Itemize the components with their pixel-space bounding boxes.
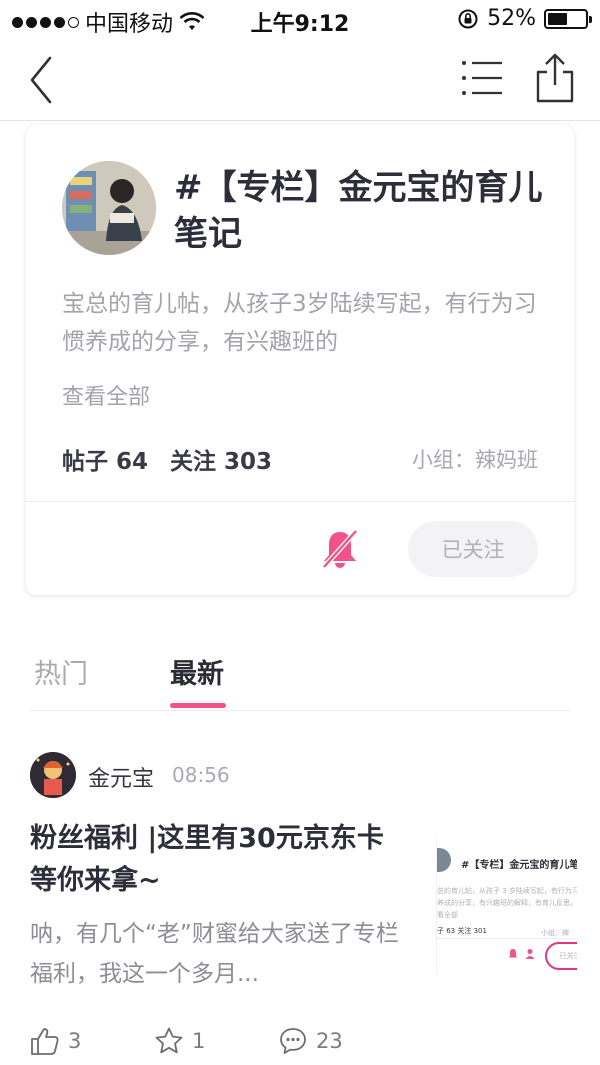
- thumbs-up-icon: [31, 1028, 59, 1055]
- tab-bar: 热门 最新: [30, 640, 570, 711]
- post-author[interactable]: 金元宝: [88, 761, 154, 793]
- thumbnail-divider: [437, 938, 577, 939]
- post-title[interactable]: 粉丝福利 |这里有30元京东卡等你来拿~: [30, 818, 410, 902]
- status-right: 52%: [457, 6, 592, 31]
- card-divider: [26, 501, 574, 502]
- tab-hot[interactable]: 热门: [34, 652, 88, 691]
- favorite-count: 1: [192, 1029, 206, 1053]
- like-count: 3: [68, 1029, 82, 1053]
- bell-off-icon[interactable]: [318, 527, 362, 571]
- thumbnail-title: #【专栏】金元宝的育儿笔记: [461, 860, 577, 871]
- nav-bar: [0, 40, 600, 121]
- thumbnail-bell-icon: [508, 949, 518, 958]
- thumbnail-stats: 子 63 关注 301: [437, 927, 487, 935]
- column-card: #【专栏】金元宝的育儿笔记 宝总的育儿帖，从孩子3岁陆续写起，有行为习惯养成的分…: [26, 125, 574, 595]
- like-button[interactable]: 3: [30, 1024, 81, 1058]
- tab-indicator: [170, 703, 226, 708]
- column-avatar: [62, 161, 156, 255]
- column-description: 宝总的育儿帖，从孩子3岁陆续写起，有行为习惯养成的分享，有兴趣班的: [62, 291, 537, 355]
- post-thumbnail[interactable]: #【专栏】金元宝的育儿笔记 总的育儿帖，从孩子 3 岁陆续写起，有行为习 养成的…: [436, 838, 577, 974]
- favorite-button[interactable]: 1: [154, 1024, 205, 1058]
- thumbnail-line-1: 总的育儿帖，从孩子 3 岁陆续写起，有行为习: [437, 887, 577, 895]
- list-icon[interactable]: [458, 56, 506, 100]
- thumbnail-follow-button: 已关注: [545, 942, 577, 970]
- battery-icon: [544, 8, 592, 29]
- star-icon: [155, 1027, 183, 1054]
- back-icon[interactable]: [22, 52, 62, 108]
- share-icon[interactable]: [532, 52, 578, 104]
- followed-button[interactable]: 已关注: [408, 521, 538, 577]
- thumbnail-line-3: 看全部: [437, 911, 458, 919]
- column-title: #【专栏】金元宝的育儿笔记: [174, 168, 543, 254]
- comment-button[interactable]: 23: [278, 1024, 343, 1058]
- followers-count: 关注 303: [170, 449, 273, 475]
- comment-count: 23: [316, 1029, 343, 1053]
- battery-percent: 52%: [487, 6, 536, 31]
- author-avatar[interactable]: [30, 752, 76, 798]
- thumbnail-line-2: 养成的分享，有兴趣班的解释，有育儿反思，: [437, 899, 577, 907]
- status-bar: 中国移动 上午9:12 52%: [0, 0, 600, 40]
- group-label[interactable]: 小组：辣妈班: [412, 444, 538, 474]
- comment-icon: [280, 1028, 306, 1054]
- column-stats: 帖子 64 关注 303: [62, 442, 272, 476]
- tab-latest[interactable]: 最新: [170, 652, 224, 691]
- post-excerpt[interactable]: 呐，有几个“老”财蜜给大家送了专栏福利，我这一个多月...: [30, 914, 410, 994]
- view-all-link[interactable]: 查看全部: [62, 379, 150, 411]
- thumbnail-avatar: [437, 848, 451, 872]
- post-time: 08:56: [172, 763, 230, 787]
- posts-count: 帖子 64: [62, 449, 149, 475]
- rotation-lock-icon: [458, 9, 478, 28]
- thumbnail-group: 小组：辣: [541, 929, 569, 937]
- thumbnail-user-icon: [525, 949, 535, 959]
